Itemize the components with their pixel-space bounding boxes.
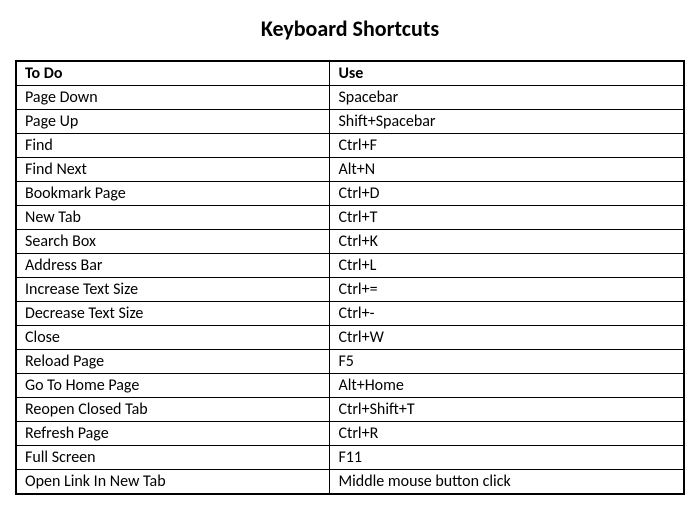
cell-shortcut: Alt+Home xyxy=(330,374,684,398)
table-row: Refresh PageCtrl+R xyxy=(16,422,684,446)
cell-action: Search Box xyxy=(16,230,330,254)
table-row: Decrease Text SizeCtrl+- xyxy=(16,302,684,326)
cell-shortcut: Ctrl+- xyxy=(330,302,684,326)
cell-action: Decrease Text Size xyxy=(16,302,330,326)
cell-action: Full Screen xyxy=(16,446,330,470)
cell-shortcut: F11 xyxy=(330,446,684,470)
table-row: Page DownSpacebar xyxy=(16,86,684,110)
cell-action: Find xyxy=(16,134,330,158)
cell-action: Open Link In New Tab xyxy=(16,470,330,495)
cell-shortcut: Ctrl+F xyxy=(330,134,684,158)
cell-action: Increase Text Size xyxy=(16,278,330,302)
table-row: Page UpShift+Spacebar xyxy=(16,110,684,134)
cell-action: Refresh Page xyxy=(16,422,330,446)
cell-shortcut: F5 xyxy=(330,350,684,374)
cell-shortcut: Spacebar xyxy=(330,86,684,110)
cell-shortcut: Ctrl+D xyxy=(330,182,684,206)
cell-action: Close xyxy=(16,326,330,350)
cell-action: Find Next xyxy=(16,158,330,182)
table-row: Reload PageF5 xyxy=(16,350,684,374)
cell-shortcut: Ctrl+Shift+T xyxy=(330,398,684,422)
cell-shortcut: Middle mouse button click xyxy=(330,470,684,495)
cell-shortcut: Ctrl+T xyxy=(330,206,684,230)
table-row: Reopen Closed TabCtrl+Shift+T xyxy=(16,398,684,422)
page-title: Keyboard Shortcuts xyxy=(15,15,685,42)
table-row: New TabCtrl+T xyxy=(16,206,684,230)
table-row: Full ScreenF11 xyxy=(16,446,684,470)
cell-action: Address Bar xyxy=(16,254,330,278)
cell-shortcut: Ctrl+R xyxy=(330,422,684,446)
table-row: FindCtrl+F xyxy=(16,134,684,158)
cell-action: New Tab xyxy=(16,206,330,230)
header-action: To Do xyxy=(16,61,330,86)
table-row: Open Link In New TabMiddle mouse button … xyxy=(16,470,684,495)
header-shortcut: Use xyxy=(330,61,684,86)
cell-action: Go To Home Page xyxy=(16,374,330,398)
table-row: Increase Text SizeCtrl+= xyxy=(16,278,684,302)
table-row: Find NextAlt+N xyxy=(16,158,684,182)
table-row: Search BoxCtrl+K xyxy=(16,230,684,254)
cell-action: Page Down xyxy=(16,86,330,110)
cell-action: Reopen Closed Tab xyxy=(16,398,330,422)
cell-action: Page Up xyxy=(16,110,330,134)
cell-shortcut: Shift+Spacebar xyxy=(330,110,684,134)
table-row: Address BarCtrl+L xyxy=(16,254,684,278)
cell-shortcut: Ctrl+L xyxy=(330,254,684,278)
cell-shortcut: Ctrl+W xyxy=(330,326,684,350)
table-row: Go To Home PageAlt+Home xyxy=(16,374,684,398)
cell-action: Bookmark Page xyxy=(16,182,330,206)
cell-action: Reload Page xyxy=(16,350,330,374)
cell-shortcut: Ctrl+= xyxy=(330,278,684,302)
cell-shortcut: Alt+N xyxy=(330,158,684,182)
table-row: CloseCtrl+W xyxy=(16,326,684,350)
table-header-row: To Do Use xyxy=(16,61,684,86)
cell-shortcut: Ctrl+K xyxy=(330,230,684,254)
shortcuts-table: To Do Use Page DownSpacebarPage UpShift+… xyxy=(15,60,685,495)
table-row: Bookmark PageCtrl+D xyxy=(16,182,684,206)
